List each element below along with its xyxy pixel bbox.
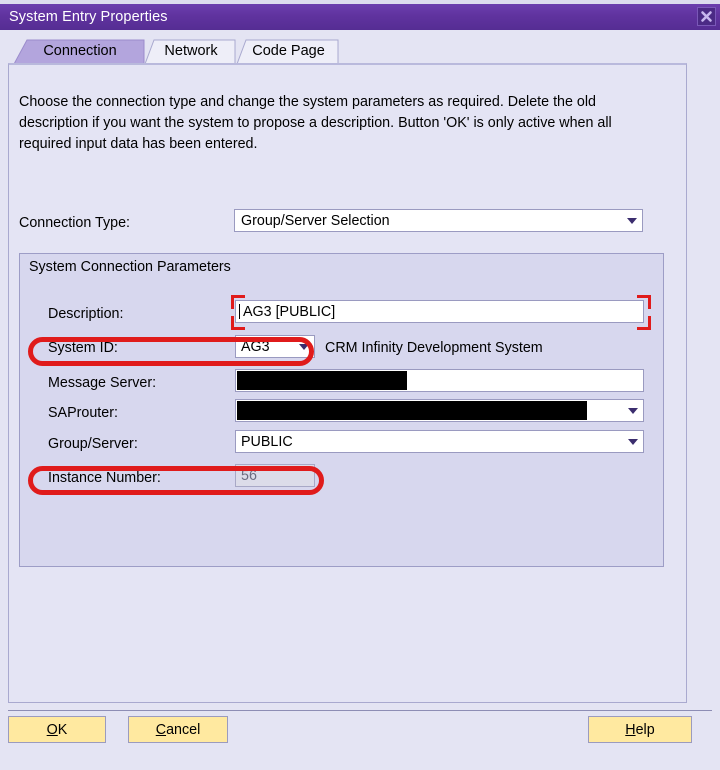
connection-type-label: Connection Type: [19, 215, 131, 231]
tab-connection[interactable]: Connection [14, 38, 146, 64]
help-button-label: Help [625, 722, 654, 738]
title-bar: System Entry Properties [0, 4, 720, 30]
group-server-label: Group/Server: [48, 436, 138, 452]
system-id-value: AG3 [241, 338, 270, 355]
connection-type-value: Group/Server Selection [241, 212, 390, 229]
close-button[interactable] [697, 7, 716, 26]
close-x-icon [701, 11, 712, 22]
description-label: Description: [48, 306, 124, 322]
tab-strip: Connection Network Code Page [0, 38, 720, 64]
instance-number-value: 56 [241, 467, 257, 484]
help-button[interactable]: Help [588, 716, 692, 743]
system-entry-properties-dialog: System Entry Properties Connection Netwo… [0, 0, 720, 770]
chevron-down-icon [294, 336, 314, 357]
group-server-value: PUBLIC [241, 433, 293, 450]
cancel-button-label: Cancel [156, 722, 201, 738]
system-id-select[interactable]: AG3 [235, 335, 315, 358]
group-title: System Connection Parameters [29, 259, 231, 275]
cancel-button[interactable]: Cancel [128, 716, 228, 743]
cancel-accel: C [155, 721, 167, 738]
system-id-label: System ID: [48, 340, 118, 356]
message-server-label: Message Server: [48, 375, 157, 391]
intro-text: Choose the connection type and change th… [19, 94, 612, 152]
instance-number-input: 56 [235, 464, 315, 487]
instance-number-label: Instance Number: [48, 470, 161, 486]
tab-code-page-label: Code Page [252, 43, 325, 59]
message-server-redaction [237, 371, 407, 390]
ok-button-label: OK [47, 722, 68, 738]
system-connection-parameters-group: System Connection Parameters Description… [19, 253, 664, 567]
group-server-select[interactable]: PUBLIC [235, 430, 644, 453]
description-value: AG3 [PUBLIC] [243, 303, 336, 320]
saprouter-redaction [237, 401, 587, 420]
tab-connection-label: Connection [43, 43, 117, 59]
footer-separator [8, 710, 712, 711]
tab-network[interactable]: Network [145, 38, 237, 64]
ok-suffix: K [57, 721, 68, 738]
cancel-suffix: ancel [166, 721, 201, 738]
help-accel: H [625, 721, 636, 738]
ok-button[interactable]: OK [8, 716, 106, 743]
description-input[interactable]: AG3 [PUBLIC] [235, 300, 644, 323]
text-caret [239, 304, 240, 319]
chevron-down-icon [623, 400, 643, 421]
chevron-down-icon [622, 210, 642, 231]
tab-code-page[interactable]: Code Page [237, 38, 340, 64]
chevron-down-icon [623, 431, 643, 452]
ok-accel: O [46, 721, 58, 738]
saprouter-label: SAProuter: [48, 405, 118, 421]
system-id-note: CRM Infinity Development System [325, 340, 543, 356]
help-suffix: elp [635, 721, 655, 738]
window-title: System Entry Properties [9, 9, 168, 25]
connection-type-select[interactable]: Group/Server Selection [234, 209, 643, 232]
connection-tab-panel: Choose the connection type and change th… [8, 63, 687, 703]
tab-network-label: Network [164, 43, 218, 59]
